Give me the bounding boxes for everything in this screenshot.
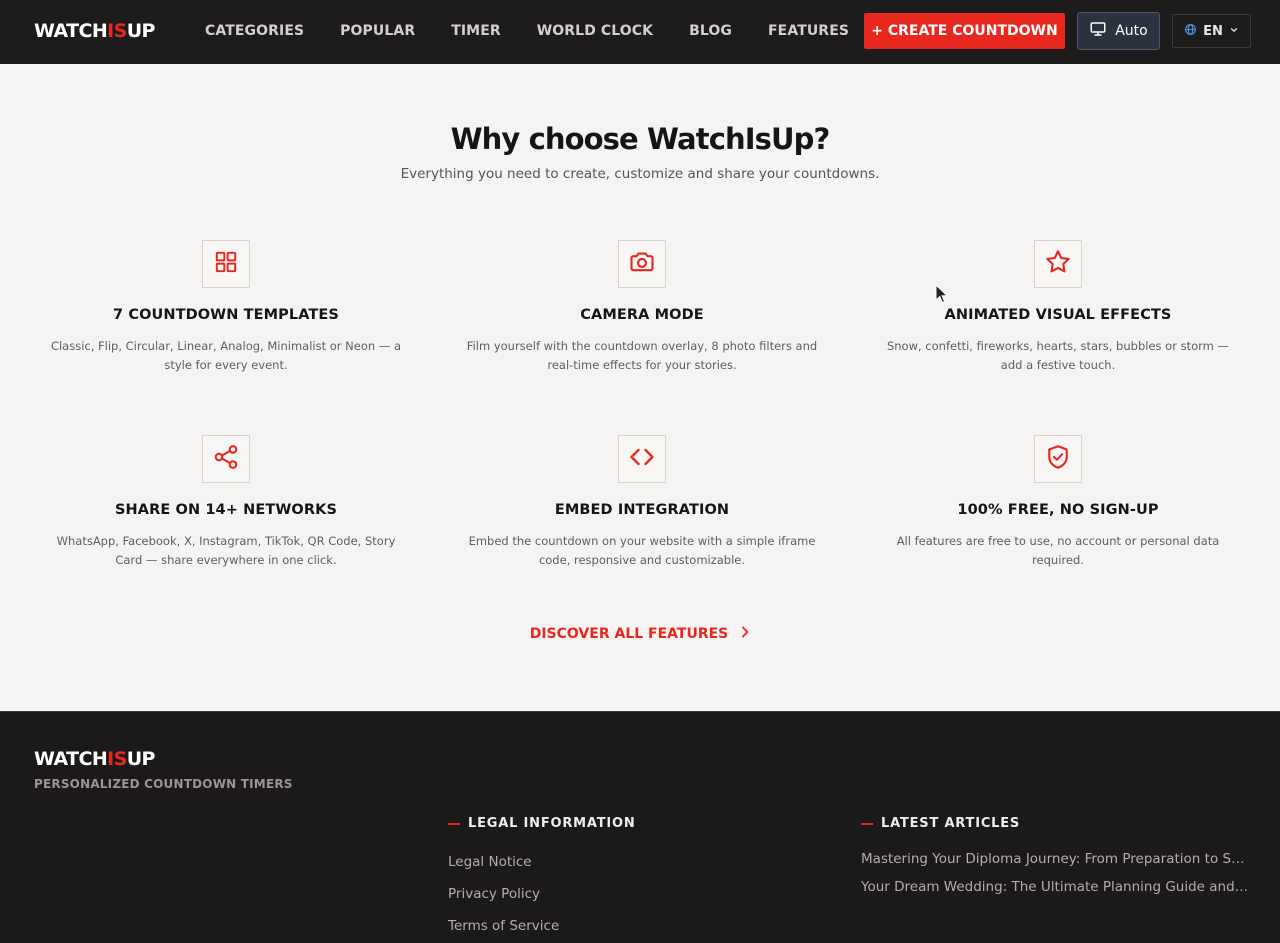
footer-logo[interactable]: WATCHISUP <box>34 747 155 771</box>
camera-icon <box>628 248 656 280</box>
article-link[interactable]: Mastering Your Diploma Journey: From Pre… <box>861 850 1251 868</box>
footer-tagline: PERSONALIZED COUNTDOWN TIMERS <box>34 777 293 791</box>
nav-blog[interactable]: BLOG <box>689 21 732 41</box>
feature-icon-box <box>1034 435 1082 483</box>
privacy-policy-link[interactable]: Privacy Policy <box>448 885 540 903</box>
section-subtitle: Everything you need to create, customize… <box>400 166 880 182</box>
feature-description: All features are free to use, no account… <box>896 534 1220 567</box>
globe-icon <box>1184 23 1197 40</box>
theme-toggle-button[interactable]: Auto <box>1077 12 1160 50</box>
theme-label: Auto <box>1115 23 1148 39</box>
discover-label: DISCOVER ALL FEATURES <box>529 626 729 642</box>
feature-card-camera: CAMERA MODE Film yourself with the count… <box>462 240 822 375</box>
terms-of-service-link[interactable]: Terms of Service <box>448 917 559 935</box>
articles-heading: LATEST ARTICLES <box>861 816 1020 831</box>
code-icon <box>628 443 656 475</box>
nav-features[interactable]: FEATURES <box>768 21 849 41</box>
feature-description: WhatsApp, Facebook, X, Instagram, TikTok… <box>56 534 396 567</box>
chevron-down-icon <box>1229 24 1239 39</box>
article-link[interactable]: Your Dream Wedding: The Ultimate Plannin… <box>861 878 1251 896</box>
grid-icon <box>213 249 239 279</box>
feature-description: Embed the countdown on your website with… <box>468 534 816 567</box>
section-title: Why choose WatchIsUp? <box>450 122 831 156</box>
nav-timer[interactable]: TIMER <box>451 21 501 41</box>
feature-icon-box <box>202 435 250 483</box>
nav-popular[interactable]: POPULAR <box>340 21 415 41</box>
legal-notice-link[interactable]: Legal Notice <box>448 853 532 871</box>
language-label: EN <box>1203 23 1223 39</box>
legal-heading: LEGAL INFORMATION <box>448 816 636 831</box>
shield-check-icon <box>1044 443 1072 475</box>
feature-title: ANIMATED VISUAL EFFECTS <box>944 307 1172 323</box>
nav-categories[interactable]: CATEGORIES <box>205 21 304 41</box>
feature-description: Classic, Flip, Circular, Linear, Analog,… <box>50 339 402 372</box>
logo[interactable]: WATCHISUP <box>34 19 155 43</box>
feature-card-templates: 7 COUNTDOWN TEMPLATES Classic, Flip, Cir… <box>46 240 406 375</box>
feature-card-share: SHARE ON 14+ NETWORKS WhatsApp, Facebook… <box>46 435 406 570</box>
create-countdown-button[interactable]: + CREATE COUNTDOWN <box>864 13 1065 49</box>
heading-accent-dash <box>448 822 460 825</box>
feature-title: SHARE ON 14+ NETWORKS <box>115 502 337 518</box>
main-nav: CATEGORIES POPULAR TIMER WORLD CLOCK BLO… <box>205 21 849 41</box>
feature-title: CAMERA MODE <box>580 307 704 323</box>
feature-card-embed: EMBED INTEGRATION Embed the countdown on… <box>462 435 822 570</box>
feature-icon-box <box>202 240 250 288</box>
feature-title: 100% FREE, NO SIGN-UP <box>957 502 1159 518</box>
nav-world-clock[interactable]: WORLD CLOCK <box>537 21 653 41</box>
share-icon <box>212 443 240 475</box>
chevron-right-icon <box>740 624 750 644</box>
discover-all-features-link[interactable]: DISCOVER ALL FEATURES <box>0 624 1280 644</box>
monitor-icon <box>1089 20 1107 42</box>
feature-title: EMBED INTEGRATION <box>554 502 730 518</box>
feature-icon-box <box>618 240 666 288</box>
feature-card-effects: ANIMATED VISUAL EFFECTS Snow, confetti, … <box>878 240 1238 375</box>
feature-card-free: 100% FREE, NO SIGN-UP All features are f… <box>878 435 1238 570</box>
language-selector[interactable]: EN <box>1172 14 1251 48</box>
mouse-pointer-icon <box>935 283 949 308</box>
heading-accent-dash <box>861 822 873 825</box>
footer: WATCHISUP PERSONALIZED COUNTDOWN TIMERS … <box>0 711 1280 943</box>
star-icon <box>1044 248 1072 280</box>
top-navigation-bar: WATCHISUP CATEGORIES POPULAR TIMER WORLD… <box>0 0 1280 64</box>
feature-description: Film yourself with the countdown overlay… <box>466 339 818 372</box>
feature-icon-box <box>1034 240 1082 288</box>
feature-title: 7 COUNTDOWN TEMPLATES <box>113 307 339 323</box>
feature-icon-box <box>618 435 666 483</box>
feature-description: Snow, confetti, fireworks, hearts, stars… <box>886 339 1230 372</box>
